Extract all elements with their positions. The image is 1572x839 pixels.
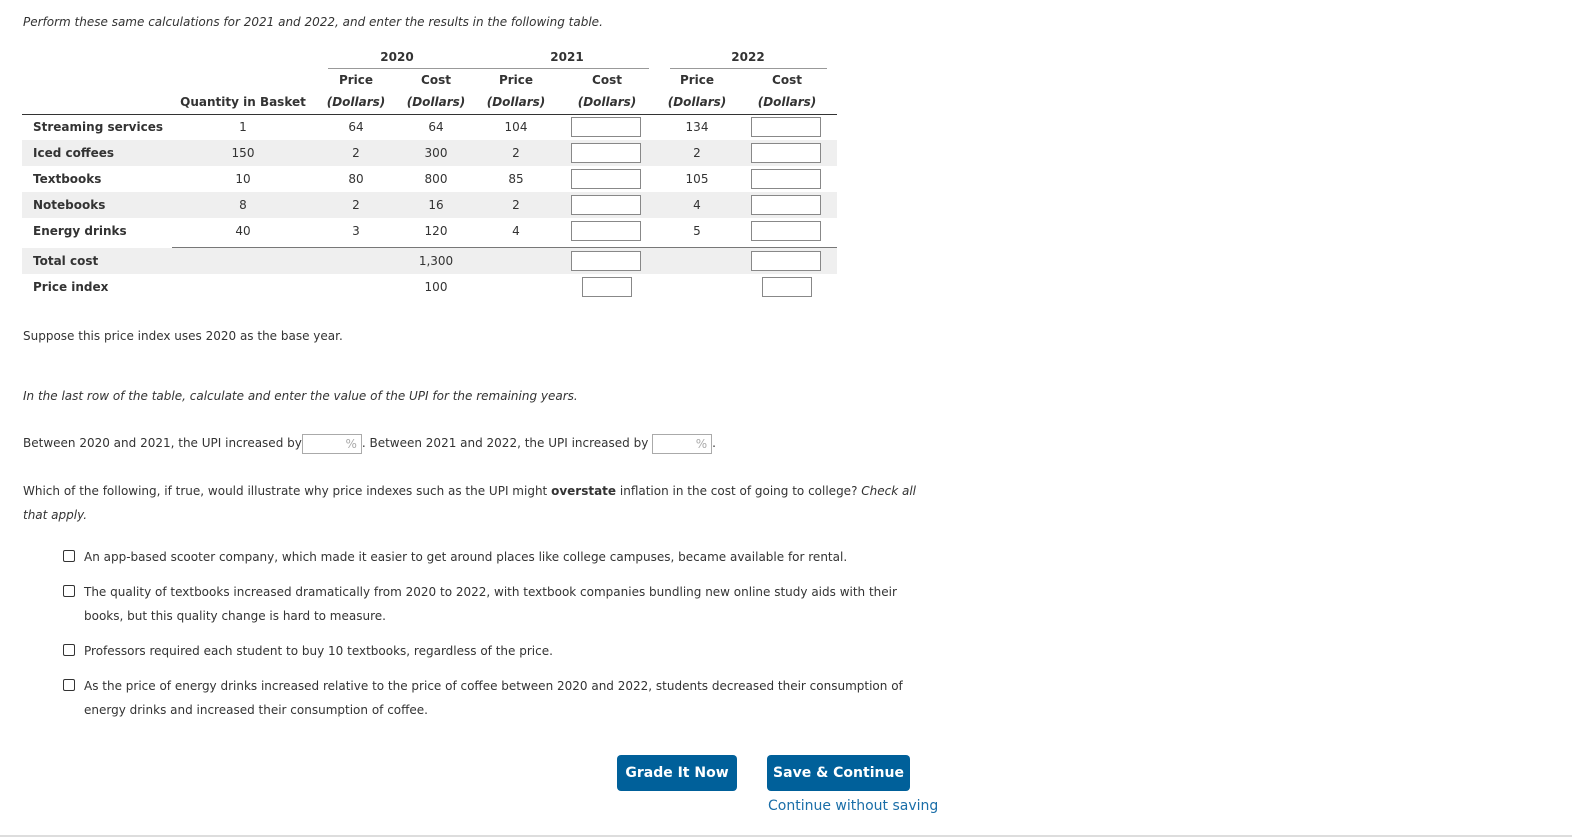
percent-sign: % xyxy=(695,436,708,451)
upi-2021-percent-input[interactable]: % xyxy=(301,433,362,454)
price-2022-cell: 134 xyxy=(685,120,709,134)
grade-it-now-button[interactable]: Grade It Now xyxy=(617,755,737,791)
cost-2022-input[interactable] xyxy=(751,143,821,163)
price-2020-cell: 2 xyxy=(352,198,360,212)
row-label: Notebooks xyxy=(33,198,106,212)
price-index-2020: 100 xyxy=(424,280,448,294)
row-label: Streaming services xyxy=(33,120,163,134)
save-continue-button[interactable]: Save & Continue xyxy=(767,755,910,791)
base-year-text: Suppose this price index uses 2020 as th… xyxy=(23,329,343,343)
quantity-cell: 1 xyxy=(239,120,247,134)
last-row-instruction: In the last row of the table, calculate … xyxy=(23,389,578,403)
quantity-cell: 8 xyxy=(239,198,247,212)
cost-2020-cell: 120 xyxy=(424,224,448,238)
quantity-cell: 10 xyxy=(235,172,251,186)
price-index-2022-input[interactable] xyxy=(762,277,812,297)
quantity-cell: 40 xyxy=(235,224,251,238)
quantity-header: Quantity in Basket xyxy=(180,95,306,109)
price-2021-cell: 2 xyxy=(512,146,520,160)
price-2020-cell: 2 xyxy=(352,146,360,160)
intro-text: Perform these same calculations for 2021… xyxy=(23,15,603,29)
price-2021-cell: 85 xyxy=(508,172,524,186)
cost-2022-input[interactable] xyxy=(751,117,821,137)
upi-sentence: Between 2020 and 2021, the UPI increased… xyxy=(23,432,716,454)
price-2020-cell: 3 xyxy=(352,224,360,238)
checkbox[interactable] xyxy=(63,679,75,691)
cost-2020-cell: 16 xyxy=(428,198,444,212)
divider xyxy=(670,68,827,69)
cost-2021-input[interactable] xyxy=(571,195,641,215)
row-label: Iced coffees xyxy=(33,146,114,160)
year-2022-header: 2022 xyxy=(731,50,765,64)
cost-2022-input[interactable] xyxy=(751,169,821,189)
footer-divider xyxy=(0,835,1572,837)
price-2021-cell: 104 xyxy=(504,120,528,134)
upi-text-1: Between 2020 and 2021, the UPI increased… xyxy=(23,436,302,450)
cost-2020-cell: 300 xyxy=(424,146,448,160)
cost-2020-cell: 800 xyxy=(424,172,448,186)
year-2021-header: 2021 xyxy=(550,50,584,64)
checkbox[interactable] xyxy=(63,550,75,562)
price-2020-header: Price xyxy=(338,73,374,87)
price-index-label: Price index xyxy=(33,280,109,294)
upi-text-3: . xyxy=(712,436,716,450)
year-2020-header: 2020 xyxy=(380,50,414,64)
option-required-textbooks[interactable]: Professors required each student to buy … xyxy=(63,639,923,663)
price-2021-unit: (Dollars) xyxy=(486,95,546,109)
total-cost-2020: 1,300 xyxy=(418,254,454,268)
cost-2020-unit: (Dollars) xyxy=(406,95,466,109)
question-part: inflation in the cost of going to colleg… xyxy=(616,484,862,498)
price-2022-unit: (Dollars) xyxy=(667,95,727,109)
divider xyxy=(328,68,494,69)
price-2022-cell: 4 xyxy=(693,198,701,212)
cost-2022-header: Cost xyxy=(772,73,802,87)
total-cost-label: Total cost xyxy=(33,254,99,268)
divider xyxy=(22,114,837,115)
question-emphasis: overstate xyxy=(551,484,617,498)
upi-2022-percent-input[interactable]: % xyxy=(652,433,713,454)
cost-2022-input[interactable] xyxy=(751,221,821,241)
total-cost-2021-input[interactable] xyxy=(571,251,641,271)
option-label: An app-based scooter company, which made… xyxy=(84,550,848,564)
question-part: Which of the following, if true, would i… xyxy=(23,484,552,498)
option-label: Professors required each student to buy … xyxy=(84,644,553,658)
checkbox[interactable] xyxy=(63,585,75,597)
price-2022-cell: 5 xyxy=(693,224,701,238)
option-substitution[interactable]: As the price of energy drinks increased … xyxy=(63,674,923,722)
quantity-cell: 150 xyxy=(231,146,255,160)
price-2022-cell: 2 xyxy=(693,146,701,160)
divider xyxy=(489,68,649,69)
question-text: Which of the following, if true, would i… xyxy=(23,479,928,527)
checkbox[interactable] xyxy=(63,644,75,656)
price-2022-header: Price xyxy=(679,73,715,87)
price-2021-header: Price xyxy=(498,73,534,87)
price-2021-cell: 4 xyxy=(512,224,520,238)
price-2020-cell: 80 xyxy=(348,172,364,186)
option-textbook-quality[interactable]: The quality of textbooks increased drama… xyxy=(63,580,923,628)
cost-2021-header: Cost xyxy=(592,73,622,87)
cost-2022-unit: (Dollars) xyxy=(757,95,817,109)
row-label: Textbooks xyxy=(33,172,102,186)
row-label: Energy drinks xyxy=(33,224,127,238)
option-scooter[interactable]: An app-based scooter company, which made… xyxy=(63,545,923,569)
continue-without-saving-link[interactable]: Continue without saving xyxy=(768,798,938,814)
cost-2021-input[interactable] xyxy=(571,117,641,137)
percent-sign: % xyxy=(345,436,357,451)
upi-text-2: . Between 2021 and 2022, the UPI increas… xyxy=(361,436,649,450)
cost-2022-input[interactable] xyxy=(751,195,821,215)
price-2020-unit: (Dollars) xyxy=(326,95,386,109)
cost-2021-input[interactable] xyxy=(571,221,641,241)
cost-2021-input[interactable] xyxy=(571,169,641,189)
cost-2021-input[interactable] xyxy=(571,143,641,163)
price-index-2021-input[interactable] xyxy=(582,277,632,297)
option-label: As the price of energy drinks increased … xyxy=(84,679,903,717)
total-cost-2022-input[interactable] xyxy=(751,251,821,271)
price-2020-cell: 64 xyxy=(348,120,364,134)
price-2021-cell: 2 xyxy=(512,198,520,212)
price-2022-cell: 105 xyxy=(685,172,709,186)
option-label: The quality of textbooks increased drama… xyxy=(84,585,897,623)
cost-2020-cell: 64 xyxy=(428,120,444,134)
cost-2021-unit: (Dollars) xyxy=(577,95,637,109)
cost-2020-header: Cost xyxy=(421,73,451,87)
